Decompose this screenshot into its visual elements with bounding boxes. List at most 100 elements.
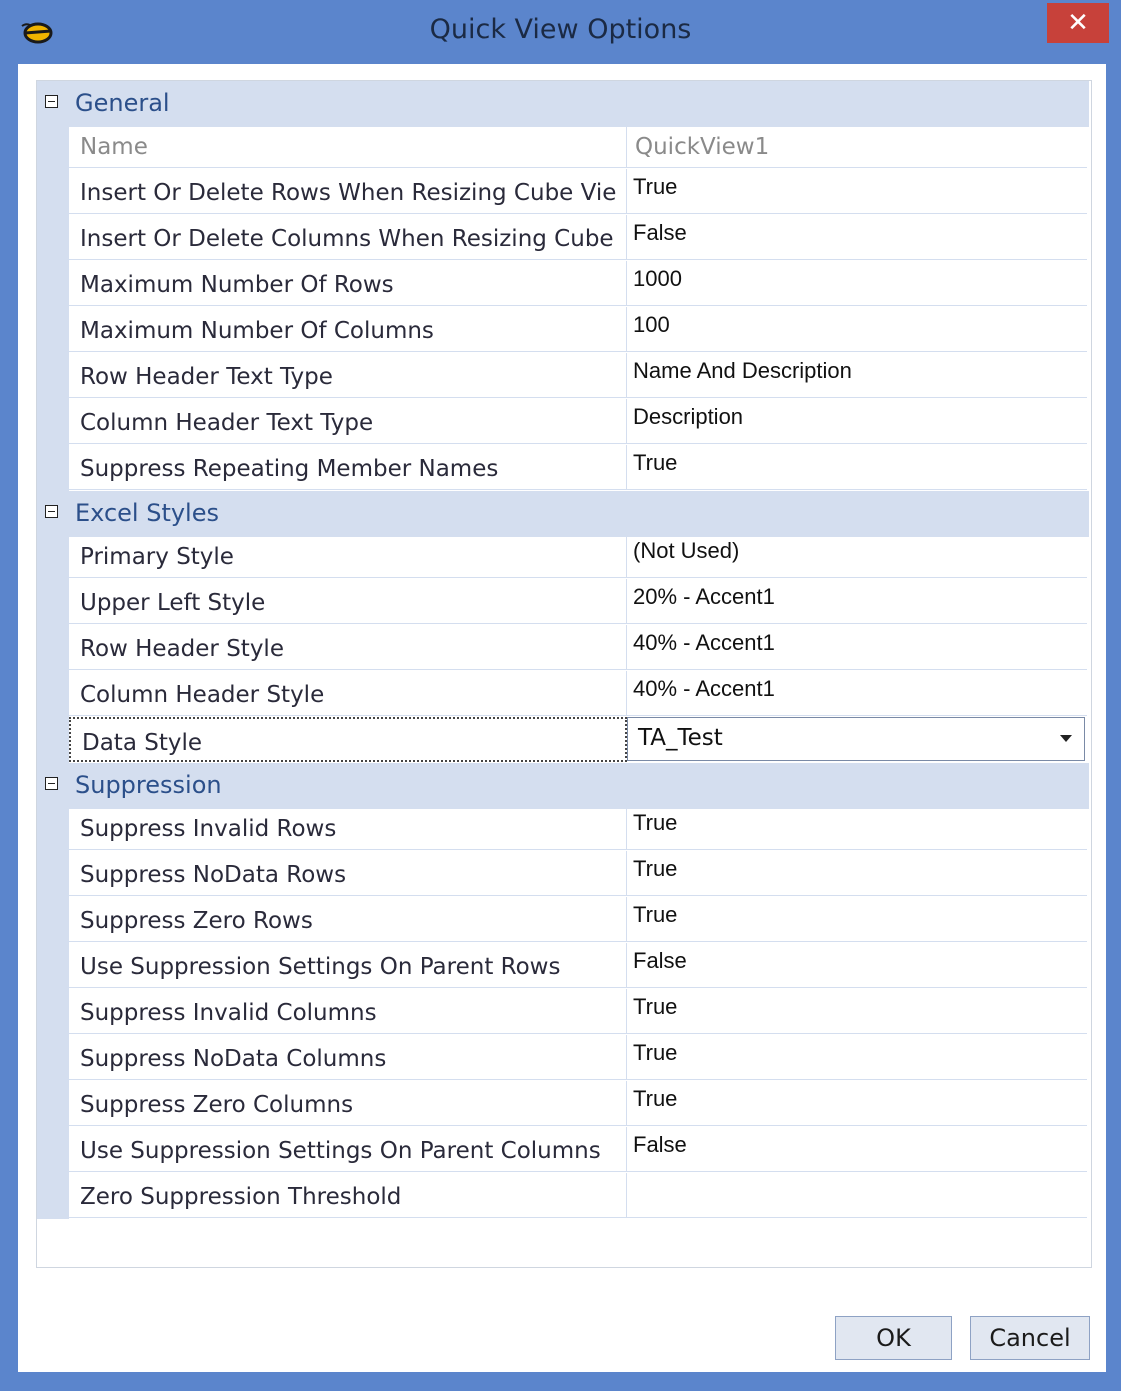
property-value[interactable]: 1000 [627, 261, 1087, 306]
ok-button[interactable]: OK [835, 1316, 952, 1360]
property-row[interactable]: Suppress Invalid Rows True [37, 805, 1089, 851]
property-row-selected[interactable]: Data Style TA_Test [37, 717, 1089, 763]
dialog-window: Quick View Options ✕ General Name QuickV… [0, 0, 1121, 1391]
property-row[interactable]: Suppress Zero Columns True [37, 1081, 1089, 1127]
property-value[interactable]: (Not Used) [627, 533, 1087, 578]
cancel-button[interactable]: Cancel [970, 1316, 1090, 1360]
property-row[interactable]: Maximum Number Of Columns 100 [37, 307, 1089, 353]
row-gutter [37, 717, 69, 763]
property-value[interactable]: False [627, 1127, 1087, 1172]
property-name: Column Header Style [69, 671, 627, 716]
property-name: Suppress Zero Rows [69, 897, 627, 942]
property-name: Name [69, 123, 627, 168]
property-value[interactable]: True [627, 851, 1087, 896]
row-gutter [37, 353, 69, 399]
property-name: Row Header Style [69, 625, 627, 670]
title-bar[interactable]: Quick View Options ✕ [0, 0, 1121, 64]
row-gutter [37, 445, 69, 491]
property-name: Suppress Zero Columns [69, 1081, 627, 1126]
property-name: Maximum Number Of Rows [69, 261, 627, 306]
property-value[interactable]: True [627, 445, 1087, 490]
row-gutter [37, 579, 69, 625]
property-name: Suppress Repeating Member Names [69, 445, 627, 490]
row-gutter [37, 625, 69, 671]
property-value[interactable]: 20% - Accent1 [627, 579, 1087, 624]
row-gutter [37, 1035, 69, 1081]
property-row[interactable]: Suppress NoData Columns True [37, 1035, 1089, 1081]
chevron-down-icon[interactable] [1060, 735, 1072, 742]
row-gutter [37, 261, 69, 307]
property-row[interactable]: Use Suppression Settings On Parent Rows … [37, 943, 1089, 989]
property-name: Primary Style [69, 533, 627, 578]
property-value[interactable]: True [627, 1035, 1087, 1080]
property-row[interactable]: Insert Or Delete Rows When Resizing Cube… [37, 169, 1089, 215]
property-name: Upper Left Style [69, 579, 627, 624]
category-label: Excel Styles [75, 499, 219, 527]
category-general[interactable]: General [37, 81, 1089, 127]
property-name: Suppress NoData Columns [69, 1035, 627, 1080]
property-value[interactable]: 100 [627, 307, 1087, 352]
category-suppression[interactable]: Suppression [37, 763, 1089, 809]
property-name: Suppress Invalid Columns [69, 989, 627, 1034]
dialog-body: General Name QuickView1 Insert Or Delete… [18, 64, 1106, 1372]
property-row[interactable]: Maximum Number Of Rows 1000 [37, 261, 1089, 307]
property-name: Use Suppression Settings On Parent Colum… [69, 1127, 627, 1172]
property-row[interactable]: Zero Suppression Threshold [37, 1173, 1089, 1219]
property-name: Maximum Number Of Columns [69, 307, 627, 352]
row-gutter [37, 399, 69, 445]
row-gutter [37, 805, 69, 851]
data-style-dropdown[interactable]: TA_Test [627, 717, 1085, 761]
property-row[interactable]: Column Header Text Type Description [37, 399, 1089, 445]
property-row[interactable]: Upper Left Style 20% - Accent1 [37, 579, 1089, 625]
row-gutter [37, 1173, 69, 1219]
collapse-icon[interactable] [45, 505, 58, 518]
property-row[interactable]: Row Header Text Type Name And Descriptio… [37, 353, 1089, 399]
row-gutter [37, 989, 69, 1035]
property-value[interactable]: 40% - Accent1 [627, 671, 1087, 716]
property-name: Zero Suppression Threshold [69, 1173, 627, 1218]
property-row[interactable]: Insert Or Delete Columns When Resizing C… [37, 215, 1089, 261]
property-name: Data Style [69, 717, 627, 762]
property-name: Insert Or Delete Rows When Resizing Cube… [69, 169, 627, 214]
row-gutter [37, 215, 69, 261]
property-value[interactable]: True [627, 169, 1087, 214]
property-row[interactable]: Name QuickView1 [37, 123, 1089, 169]
category-excel-styles[interactable]: Excel Styles [37, 491, 1089, 537]
property-value[interactable]: 40% - Accent1 [627, 625, 1087, 670]
row-gutter [37, 671, 69, 717]
property-grid[interactable]: General Name QuickView1 Insert Or Delete… [36, 80, 1092, 1268]
property-name: Suppress Invalid Rows [69, 805, 627, 850]
property-row[interactable]: Suppress Zero Rows True [37, 897, 1089, 943]
property-value[interactable]: False [627, 215, 1087, 260]
property-row[interactable]: Primary Style (Not Used) [37, 533, 1089, 579]
property-value[interactable] [627, 1173, 1087, 1218]
property-value[interactable]: False [627, 943, 1087, 988]
property-name: Column Header Text Type [69, 399, 627, 444]
property-name: Row Header Text Type [69, 353, 627, 398]
property-row[interactable]: Use Suppression Settings On Parent Colum… [37, 1127, 1089, 1173]
property-value[interactable]: True [627, 897, 1087, 942]
property-value[interactable]: True [627, 989, 1087, 1034]
collapse-icon[interactable] [45, 777, 58, 790]
property-row[interactable]: Suppress NoData Rows True [37, 851, 1089, 897]
row-gutter [37, 897, 69, 943]
collapse-icon[interactable] [45, 95, 58, 108]
property-value[interactable]: True [627, 805, 1087, 850]
property-row[interactable]: Suppress Repeating Member Names True [37, 445, 1089, 491]
property-row[interactable]: Row Header Style 40% - Accent1 [37, 625, 1089, 671]
property-value[interactable]: True [627, 1081, 1087, 1126]
row-gutter [37, 851, 69, 897]
row-gutter [37, 307, 69, 353]
row-gutter [37, 123, 69, 169]
row-gutter [37, 943, 69, 989]
property-name: Insert Or Delete Columns When Resizing C… [69, 215, 627, 260]
property-value[interactable]: Name And Description [627, 353, 1087, 398]
property-row[interactable]: Column Header Style 40% - Accent1 [37, 671, 1089, 717]
property-value[interactable]: Description [627, 399, 1087, 444]
close-button[interactable]: ✕ [1047, 3, 1109, 43]
row-gutter [37, 1127, 69, 1173]
property-row[interactable]: Suppress Invalid Columns True [37, 989, 1089, 1035]
category-label: General [75, 89, 170, 117]
dialog-title: Quick View Options [429, 14, 692, 45]
property-name: Use Suppression Settings On Parent Rows [69, 943, 627, 988]
